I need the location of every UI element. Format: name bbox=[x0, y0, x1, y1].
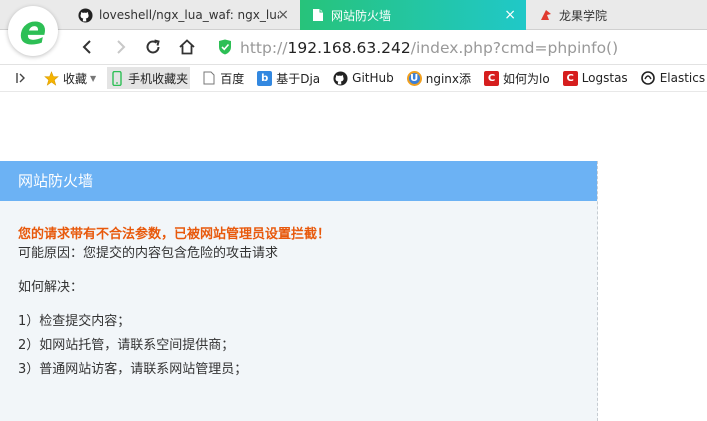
bookmark-label: 收藏 bbox=[63, 71, 88, 86]
bookmark-label: 百度 bbox=[220, 71, 245, 86]
tab-close-icon[interactable]: × bbox=[504, 7, 516, 23]
tab-waf-active[interactable]: 网站防火墙 × bbox=[300, 0, 526, 30]
c-icon: C bbox=[484, 70, 499, 86]
tab-title: 龙果学院 bbox=[559, 8, 608, 23]
b-icon: b bbox=[257, 70, 273, 86]
longguo-icon bbox=[538, 8, 553, 23]
waf-body: 您的请求带有不合法参数，已被网站管理员设置拦截！ 可能原因：您提交的内容包含危险… bbox=[0, 201, 597, 382]
u-icon: U bbox=[406, 70, 422, 86]
bookmark-github[interactable]: GitHub bbox=[331, 67, 396, 89]
back-button[interactable] bbox=[76, 36, 98, 58]
star-icon bbox=[44, 70, 59, 86]
reload-button[interactable] bbox=[142, 36, 164, 58]
url-scheme: http:// bbox=[240, 39, 288, 57]
tab-close-icon[interactable]: × bbox=[277, 7, 289, 23]
bookmark-label: Logstas bbox=[581, 71, 628, 85]
back-arrow-icon bbox=[82, 40, 91, 54]
block-warning: 您的请求带有不合法参数，已被网站管理员设置拦截！ bbox=[18, 227, 331, 242]
solution-step: 2）如网站托管，请联系空间提供商； bbox=[18, 338, 235, 353]
tab-longguo[interactable]: 龙果学院 bbox=[530, 0, 707, 30]
solution-step: 1）检查提交内容； bbox=[18, 314, 131, 329]
c-icon: C bbox=[562, 70, 578, 86]
sidebar-toggle-icon[interactable] bbox=[14, 67, 28, 89]
document-icon bbox=[310, 8, 325, 23]
tab-title: loveshell/ngx_lua_waf: ngx_lua bbox=[99, 8, 279, 22]
phone-icon bbox=[109, 70, 124, 86]
solution-step: 3）普通网站访客，请联系网站管理员； bbox=[18, 362, 248, 377]
url-host: 192.168.63.242 bbox=[287, 39, 411, 57]
bookmark-django[interactable]: b 基于Dja bbox=[255, 67, 322, 89]
bookmark-nginx[interactable]: U nginx添 bbox=[405, 67, 473, 89]
elastic-icon bbox=[641, 71, 656, 86]
browser-logo[interactable]: e bbox=[8, 6, 58, 56]
bookmark-elastic[interactable]: Elastics bbox=[639, 67, 707, 89]
address-bar: http://192.168.63.242/index.php?cmd=phpi… bbox=[0, 30, 707, 65]
block-reason: 可能原因：您提交的内容包含危险的攻击请求 bbox=[18, 246, 279, 261]
github-icon bbox=[333, 70, 348, 86]
github-icon bbox=[78, 7, 93, 23]
page-icon bbox=[201, 71, 216, 86]
bookmark-howto-lo[interactable]: C 如何为lo bbox=[482, 67, 552, 89]
forward-button[interactable] bbox=[110, 36, 132, 58]
url-path: /index.php?cmd=phpinfo() bbox=[410, 39, 619, 57]
shield-icon[interactable] bbox=[218, 39, 232, 59]
chevron-down-icon: ▼ bbox=[90, 73, 97, 83]
forward-arrow-icon bbox=[117, 40, 126, 54]
bookmark-label: GitHub bbox=[352, 71, 394, 85]
bookmark-label: 如何为lo bbox=[503, 71, 550, 86]
tab-ngx-lua-waf[interactable]: loveshell/ngx_lua_waf: ngx_lua × bbox=[74, 0, 299, 30]
e-logo-icon: e bbox=[19, 8, 47, 54]
waf-block-panel: 网站防火墙 您的请求带有不合法参数，已被网站管理员设置拦截！ 可能原因：您提交的… bbox=[0, 161, 598, 421]
bookmark-mobile-favorites[interactable]: 手机收藏夹 bbox=[107, 67, 191, 89]
tab-title: 网站防火墙 bbox=[331, 8, 392, 23]
bookmarks-bar: 收藏 ▼ 手机收藏夹 百度 b 基于Dja GitHub U nginx添 C … bbox=[0, 65, 707, 92]
bookmark-label: nginx添 bbox=[425, 71, 471, 86]
waf-header: 网站防火墙 bbox=[0, 161, 597, 201]
bookmark-label: 手机收藏夹 bbox=[128, 71, 189, 86]
bookmark-logstash[interactable]: C Logstas bbox=[561, 67, 630, 89]
bookmark-label: 基于Dja bbox=[276, 71, 321, 86]
tab-strip: loveshell/ngx_lua_waf: ngx_lua × 网站防火墙 ×… bbox=[0, 0, 707, 30]
howto-heading: 如何解决： bbox=[18, 280, 84, 295]
bookmark-favorites[interactable]: 收藏 ▼ bbox=[42, 67, 98, 89]
solution-steps: 1）检查提交内容； 2）如网站托管，请联系空间提供商； 3）普通网站访客，请联系… bbox=[18, 310, 597, 382]
bookmark-baidu[interactable]: 百度 bbox=[199, 67, 246, 89]
url-field[interactable]: http://192.168.63.242/index.php?cmd=phpi… bbox=[240, 37, 618, 59]
bookmark-label: Elastics bbox=[659, 71, 706, 85]
reload-icon bbox=[146, 39, 160, 54]
home-icon bbox=[179, 39, 195, 55]
home-button[interactable] bbox=[176, 36, 198, 58]
